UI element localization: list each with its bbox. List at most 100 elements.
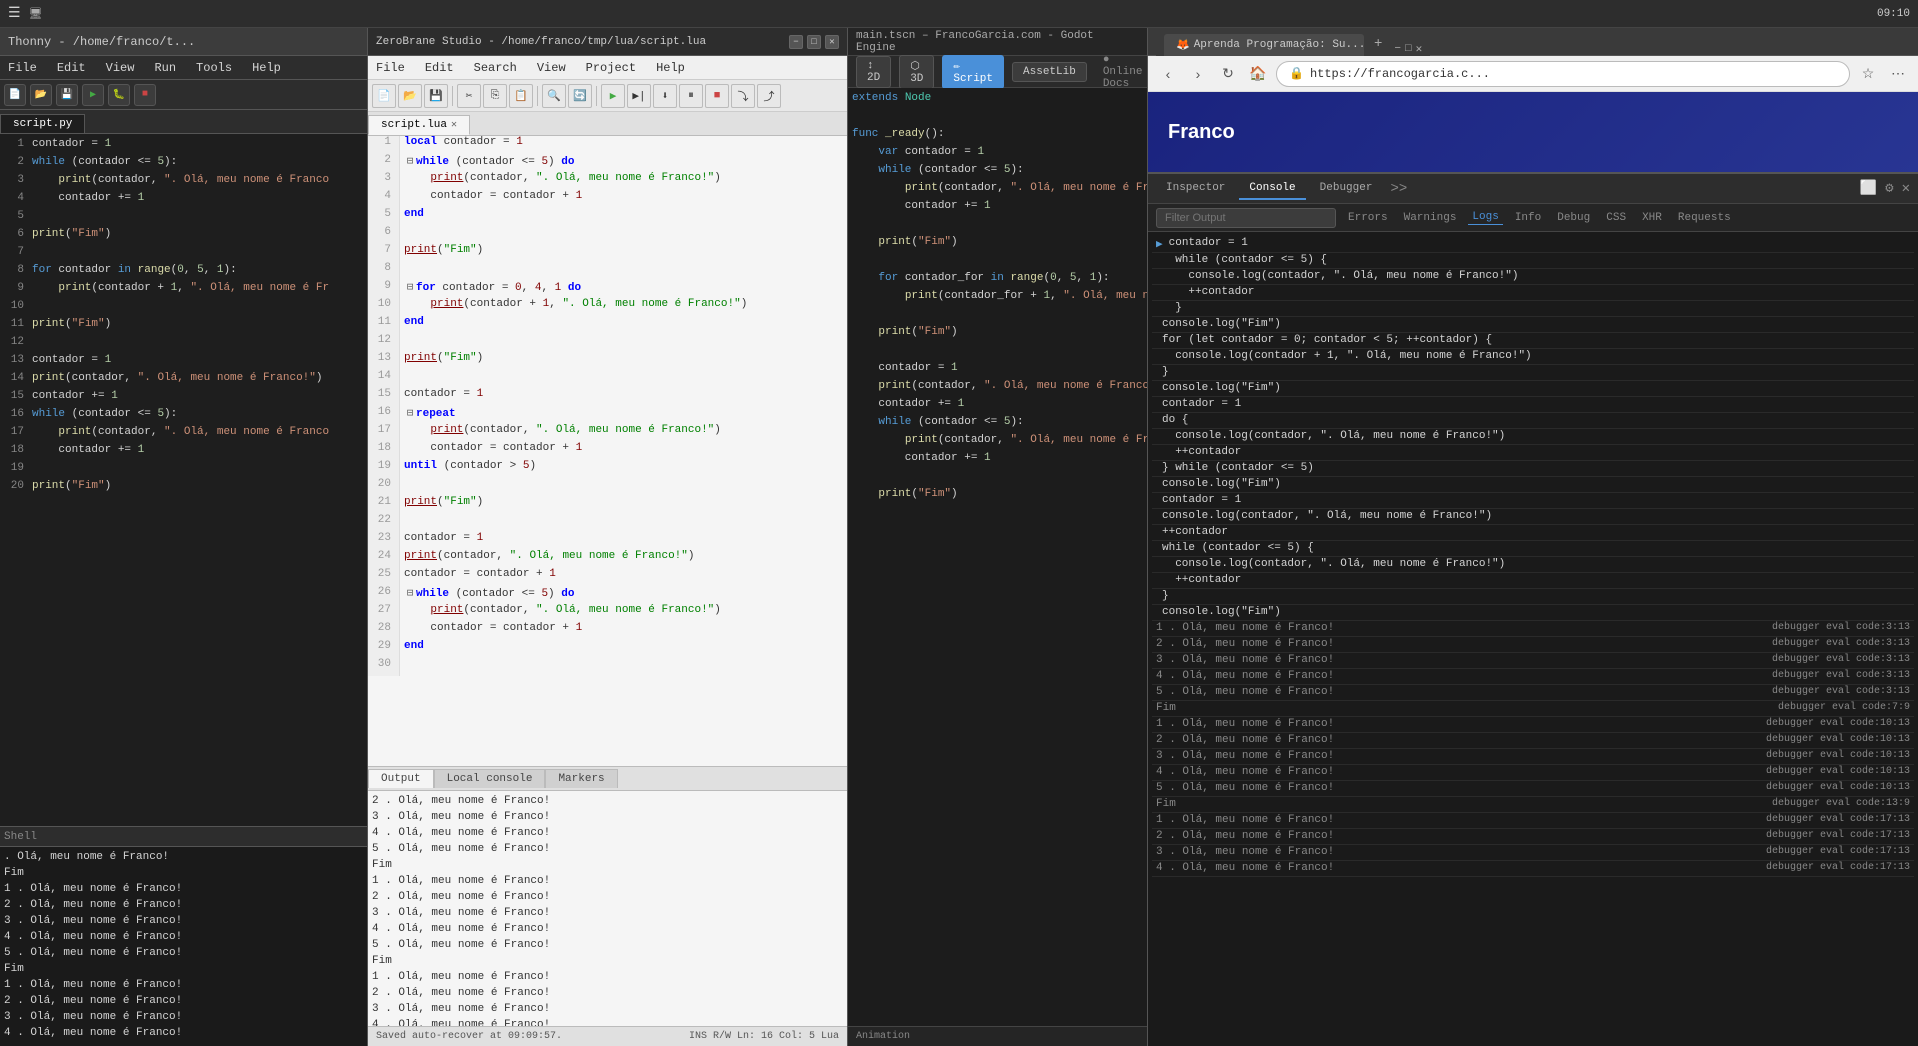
system-taskbar: ☰ 🖥 09:10 bbox=[0, 0, 1918, 28]
zb-search-btn[interactable]: 🔍 bbox=[542, 84, 566, 108]
zb-new-btn[interactable]: 📄 bbox=[372, 84, 396, 108]
filter-tab-errors[interactable]: Errors bbox=[1344, 211, 1392, 225]
zb-save-btn[interactable]: 💾 bbox=[424, 84, 448, 108]
thonny-stop-btn[interactable]: ■ bbox=[134, 84, 156, 106]
devtools-more-tabs-btn[interactable]: >> bbox=[1386, 181, 1411, 197]
zb-menu-view[interactable]: View bbox=[533, 59, 570, 77]
ff-tab-title: Aprenda Programação: Su... bbox=[1194, 39, 1364, 51]
console-line: while (contador <= 5) { bbox=[1152, 541, 1914, 557]
zb-step-btn[interactable]: ⬇ bbox=[653, 84, 677, 108]
ff-home-btn[interactable]: 🏠 bbox=[1246, 62, 1270, 86]
filter-tab-requests[interactable]: Requests bbox=[1674, 211, 1735, 225]
zb-open-btn[interactable]: 📂 bbox=[398, 84, 422, 108]
thonny-open-btn[interactable]: 📂 bbox=[30, 84, 52, 106]
thonny-menu-view[interactable]: View bbox=[102, 59, 139, 77]
ff-url-bar[interactable]: 🔒 https://francogarcia.c... bbox=[1276, 61, 1850, 87]
zb-code-area[interactable]: 1 local contador = 1 2 ⊟while (contador … bbox=[368, 136, 847, 766]
ff-minimize-btn[interactable]: − bbox=[1394, 43, 1401, 55]
zb-output-content[interactable]: 2 . Olá, meu nome é Franco! 3 . Olá, meu… bbox=[368, 791, 847, 1026]
zb-menu-file[interactable]: File bbox=[372, 59, 409, 77]
ff-maximize-btn[interactable]: □ bbox=[1405, 43, 1412, 55]
website-preview: Franco bbox=[1148, 92, 1918, 172]
godot-animation-btn[interactable]: Animation bbox=[856, 1031, 910, 1042]
devtools-tab-inspector[interactable]: Inspector bbox=[1156, 178, 1235, 200]
thonny-shell[interactable]: . Olá, meu nome é Franco! Fim 1 . Olá, m… bbox=[0, 846, 367, 1046]
thonny-run-btn[interactable]: ▶ bbox=[82, 84, 104, 106]
shell-line: 3 . Olá, meu nome é Franco! bbox=[4, 915, 363, 931]
system-menu-icon[interactable]: ☰ bbox=[8, 5, 21, 22]
filter-tab-warnings[interactable]: Warnings bbox=[1400, 211, 1461, 225]
console-line: } bbox=[1152, 365, 1914, 381]
code-line-4: 4 contador += 1 bbox=[0, 192, 367, 210]
zb-step-out-btn[interactable]: ⤴ bbox=[757, 84, 781, 108]
zb-menu-project[interactable]: Project bbox=[582, 59, 640, 77]
godot-script-btn[interactable]: ✏ Script bbox=[942, 55, 1004, 89]
thonny-code-area[interactable]: 1 contador = 1 2 while (contador <= 5): … bbox=[0, 134, 367, 826]
ff-tab-main[interactable]: 🦊 Aprenda Programação: Su... ✕ bbox=[1164, 34, 1364, 56]
zb-run-btn[interactable]: ▶ bbox=[601, 84, 625, 108]
zb-copy-btn[interactable]: ⎘ bbox=[483, 84, 507, 108]
close-btn[interactable]: ✕ bbox=[825, 35, 839, 49]
zb-output-tab[interactable]: Output bbox=[368, 769, 434, 788]
thonny-menu-tools[interactable]: Tools bbox=[192, 59, 236, 77]
thonny-debug-btn[interactable]: 🐛 bbox=[108, 84, 130, 106]
thonny-tab-script[interactable]: script.py bbox=[0, 114, 85, 133]
console-output-area[interactable]: ▶ contador = 1 while (contador <= 5) { c… bbox=[1148, 232, 1918, 1046]
minimize-btn[interactable]: − bbox=[789, 35, 803, 49]
zb-tab-script[interactable]: script.lua ✕ bbox=[368, 115, 470, 135]
zb-run-to-btn[interactable]: ▶| bbox=[627, 84, 651, 108]
godot-3d-btn[interactable]: ⬡ 3D bbox=[899, 55, 934, 89]
shell-line: Fim bbox=[4, 963, 363, 979]
zb-markers-tab[interactable]: Markers bbox=[545, 769, 617, 788]
console-filter-input[interactable] bbox=[1156, 208, 1336, 228]
ff-bookmark-btn[interactable]: ☆ bbox=[1856, 62, 1880, 86]
thonny-menu-edit[interactable]: Edit bbox=[53, 59, 90, 77]
output-line: 5 . Olá, meu nome é Franco! bbox=[372, 843, 843, 859]
zb-local-console-tab[interactable]: Local console bbox=[434, 769, 546, 788]
zb-paste-btn[interactable]: 📋 bbox=[509, 84, 533, 108]
filter-tab-info[interactable]: Info bbox=[1511, 211, 1545, 225]
zb-replace-btn[interactable]: 🔄 bbox=[568, 84, 592, 108]
devtools-close-icon[interactable]: ✕ bbox=[1902, 180, 1910, 197]
zb-status-bar: Saved auto-recover at 09:09:57. INS R/W … bbox=[368, 1026, 847, 1046]
ff-new-tab-btn[interactable]: + bbox=[1366, 32, 1390, 56]
zb-menu-edit[interactable]: Edit bbox=[421, 59, 458, 77]
ff-forward-btn[interactable]: › bbox=[1186, 62, 1210, 86]
zb-menu-search[interactable]: Search bbox=[470, 59, 521, 77]
devtools-dock-icon[interactable]: ⬜ bbox=[1860, 180, 1877, 197]
devtools-tab-debugger[interactable]: Debugger bbox=[1310, 178, 1383, 200]
godot-code-line: contador += 1 bbox=[852, 200, 1143, 218]
filter-tab-css[interactable]: CSS bbox=[1602, 211, 1630, 225]
zb-menu-help[interactable]: Help bbox=[652, 59, 689, 77]
godot-code-line: func _ready(): bbox=[852, 128, 1143, 146]
thonny-save-btn[interactable]: 💾 bbox=[56, 84, 78, 106]
devtools-tab-console[interactable]: Console bbox=[1239, 178, 1305, 200]
filter-tab-debug[interactable]: Debug bbox=[1553, 211, 1594, 225]
output-line: 2 . Olá, meu nome é Franco! bbox=[372, 987, 843, 1003]
ff-close-btn[interactable]: ✕ bbox=[1416, 42, 1423, 56]
filter-tab-xhr[interactable]: XHR bbox=[1638, 211, 1666, 225]
thonny-new-btn[interactable]: 📄 bbox=[4, 84, 26, 106]
clock: 09:10 bbox=[1877, 8, 1910, 20]
output-line: 4 . Olá, meu nome é Franco! bbox=[372, 923, 843, 939]
zb-code-line-15: 15 contador = 1 bbox=[368, 388, 847, 406]
zb-stop-btn[interactable]: ■ bbox=[705, 84, 729, 108]
ff-back-btn[interactable]: ‹ bbox=[1156, 62, 1180, 86]
maximize-btn[interactable]: □ bbox=[807, 35, 821, 49]
thonny-menu-help[interactable]: Help bbox=[248, 59, 285, 77]
zb-cut-btn[interactable]: ✂ bbox=[457, 84, 481, 108]
zb-tab-close[interactable]: ✕ bbox=[451, 119, 457, 131]
zb-step-over-btn[interactable]: ⤵ bbox=[731, 84, 755, 108]
devtools-settings-icon[interactable]: ⚙ bbox=[1885, 180, 1893, 197]
thonny-menu-run[interactable]: Run bbox=[150, 59, 180, 77]
ff-more-btn[interactable]: ⋯ bbox=[1886, 62, 1910, 86]
godot-code-area[interactable]: extends Node func _ready(): var contador… bbox=[848, 88, 1147, 1026]
ff-refresh-btn[interactable]: ↻ bbox=[1216, 62, 1240, 86]
godot-assetlib-btn[interactable]: AssetLib bbox=[1012, 62, 1087, 82]
zb-pause-btn[interactable]: ⏸ bbox=[679, 84, 703, 108]
godot-online-docs[interactable]: ● Online Docs bbox=[1103, 54, 1143, 90]
console-output-line: 2 . Olá, meu nome é Franco! debugger eva… bbox=[1152, 829, 1914, 845]
thonny-menu-file[interactable]: File bbox=[4, 59, 41, 77]
godot-2d-btn[interactable]: ↕ 2D bbox=[856, 56, 891, 88]
filter-tab-logs[interactable]: Logs bbox=[1468, 210, 1502, 225]
